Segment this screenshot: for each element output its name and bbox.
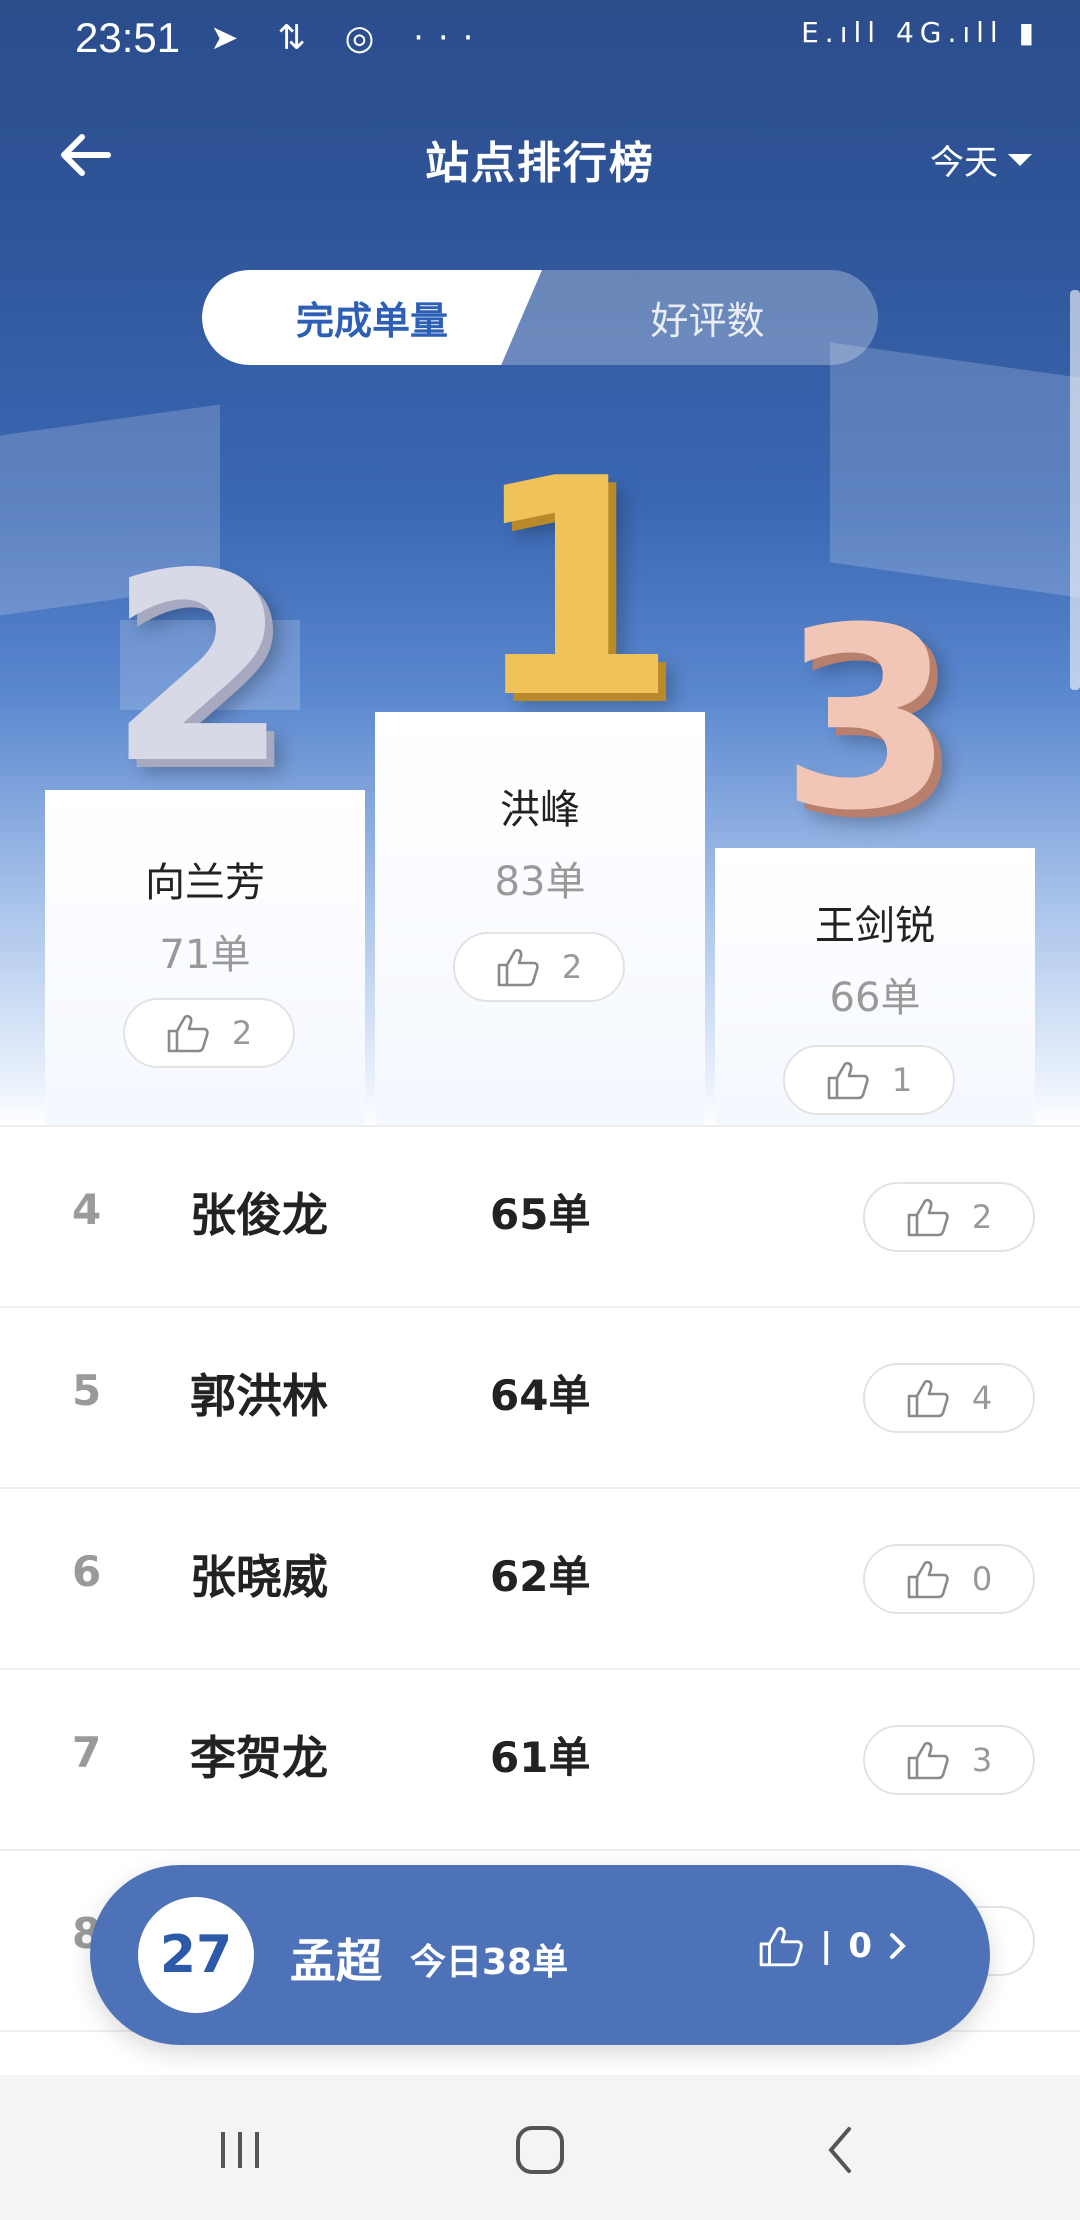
date-filter-dropdown[interactable]: 今天 — [930, 135, 1032, 184]
date-filter-label: 今天 — [930, 143, 998, 183]
podium-order-count: 71单 — [159, 932, 251, 978]
list-item[interactable]: 7 李贺龙 61单 3 — [0, 1668, 1080, 1849]
thumbs-up-icon — [759, 1927, 803, 1967]
rank-number: 7 — [72, 1728, 102, 1777]
rank-2-trophy-number: 2 — [108, 519, 289, 821]
podium-order-count: 66单 — [829, 975, 921, 1021]
thumbs-up-icon — [907, 1560, 949, 1599]
my-today-orders: 今日38单 — [410, 1942, 569, 1983]
status-time: 23:51 — [75, 14, 181, 61]
courier-name: 张晓威 — [190, 1550, 328, 1604]
home-button[interactable] — [500, 2115, 580, 2185]
chevron-right-icon — [890, 1933, 906, 1959]
my-rank-badge: 27 — [138, 1897, 254, 2013]
rank-number: 6 — [72, 1547, 102, 1596]
hero-banner: 23:51 ➤ ⇅ ◎ ··· E.ıll 4G.ıll ▮ 站点排行榜 今天 … — [0, 0, 1080, 1125]
like-count: 0 — [971, 1560, 993, 1598]
thumbs-up-icon — [907, 1198, 949, 1237]
rank-number: 4 — [72, 1185, 102, 1234]
podium-name: 洪峰 — [500, 787, 580, 833]
scrollbar[interactable] — [1070, 290, 1080, 690]
signal-battery-icons: E.ıll 4G.ıll ▮ — [801, 16, 1040, 49]
list-item[interactable]: 5 郭洪林 64单 4 — [0, 1306, 1080, 1487]
podium-name: 王剑锐 — [815, 903, 935, 949]
thumbs-up-icon — [907, 1379, 949, 1418]
background-decoration — [830, 342, 1080, 598]
tab-completed-orders[interactable]: 完成单量 — [202, 270, 542, 365]
podium-order-count: 83单 — [494, 859, 586, 905]
ranking-tabs: 好评数 完成单量 — [202, 270, 878, 365]
thumbs-up-icon — [167, 1014, 209, 1053]
thumbs-up-icon — [907, 1741, 949, 1780]
thumbs-up-icon — [827, 1061, 869, 1100]
like-count: 2 — [231, 1014, 253, 1052]
tab-good-reviews[interactable]: 好评数 — [537, 270, 878, 365]
top-bar: 站点排行榜 今天 — [0, 115, 1080, 195]
status-icons: ➤ ⇅ ◎ ··· — [210, 18, 488, 58]
system-navigation-bar — [0, 2075, 1080, 2220]
podium-third: 王剑锐 66单 1 — [715, 848, 1035, 1125]
my-ranking-card[interactable]: 27 孟超 今日38单 | 0 — [90, 1865, 990, 2045]
my-likes[interactable]: | 0 — [758, 1925, 908, 1967]
podium-first: 洪峰 83单 2 — [375, 712, 705, 1125]
thumbs-up-icon — [497, 948, 539, 987]
rank-3-trophy-number: 3 — [780, 574, 954, 865]
list-item[interactable]: 4 张俊龙 65单 2 — [0, 1125, 1080, 1306]
like-count: 1 — [891, 1061, 913, 1099]
like-count: 4 — [971, 1379, 993, 1417]
like-count: 2 — [971, 1198, 993, 1236]
caret-down-icon — [1008, 153, 1032, 166]
page-title: 站点排行榜 — [425, 138, 655, 189]
courier-name: 郭洪林 — [190, 1369, 328, 1423]
order-count: 62单 — [490, 1552, 591, 1601]
home-icon — [516, 2126, 564, 2174]
like-count: 3 — [971, 1741, 993, 1779]
courier-name: 张俊龙 — [190, 1188, 328, 1242]
my-name: 孟超 — [290, 1934, 382, 1988]
order-count: 64单 — [490, 1371, 591, 1420]
separator: | — [820, 1926, 833, 1966]
podium-second: 向兰芳 71单 2 — [45, 790, 365, 1125]
like-button[interactable]: 2 — [123, 998, 295, 1068]
like-button[interactable]: 2 — [863, 1182, 1035, 1252]
system-back-button[interactable] — [800, 2115, 880, 2185]
like-button[interactable]: 4 — [863, 1363, 1035, 1433]
podium-name: 向兰芳 — [145, 860, 265, 906]
courier-name: 李贺龙 — [190, 1731, 328, 1785]
like-count: 2 — [561, 948, 583, 986]
rank-number: 5 — [72, 1366, 102, 1415]
like-button[interactable]: 3 — [863, 1725, 1035, 1795]
status-bar: 23:51 ➤ ⇅ ◎ ··· E.ıll 4G.ıll ▮ — [0, 0, 1080, 75]
like-button[interactable]: 2 — [453, 932, 625, 1002]
rank-1-trophy-number: 1 — [470, 415, 679, 764]
chevron-left-icon — [828, 2127, 851, 2173]
order-count: 65单 — [490, 1190, 591, 1239]
list-item[interactable]: 6 张晓威 62单 0 — [0, 1487, 1080, 1668]
order-count: 61单 — [490, 1733, 591, 1782]
like-button[interactable]: 0 — [863, 1544, 1035, 1614]
recent-apps-icon — [221, 2132, 259, 2168]
recent-apps-button[interactable] — [200, 2115, 280, 2185]
like-button[interactable]: 1 — [783, 1045, 955, 1115]
my-like-count: 0 — [848, 1926, 873, 1966]
